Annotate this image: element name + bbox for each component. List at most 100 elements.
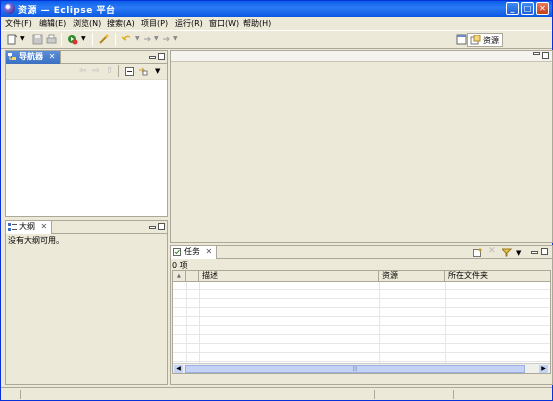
editor-tab-strip <box>171 51 552 62</box>
navigator-header: 导航器 ✕ <box>6 51 167 64</box>
open-perspective-task-icon[interactable] <box>98 34 109 45</box>
column-header-priority[interactable] <box>186 271 199 282</box>
maximize-view-icon[interactable] <box>158 53 165 60</box>
outline-icon <box>8 223 17 231</box>
outline-view: 大纲 ✕ 没有大纲可用。 <box>5 220 168 385</box>
editor-area <box>170 50 553 243</box>
menu-window[interactable]: 窗口(W) <box>209 18 239 29</box>
minimize-button[interactable]: _ <box>506 2 519 15</box>
menu-help[interactable]: 帮助(H) <box>243 18 271 29</box>
add-task-icon[interactable] <box>473 248 483 257</box>
status-bar <box>1 387 552 400</box>
view-menu-icon[interactable]: ▼ <box>516 249 521 257</box>
tab-navigator[interactable]: 导航器 ✕ <box>6 51 61 64</box>
horizontal-scrollbar[interactable]: ◀ ||| ▶ <box>173 363 550 373</box>
outline-header: 大纲 ✕ <box>6 221 167 234</box>
save-icon[interactable] <box>32 34 43 45</box>
print-icon[interactable] <box>46 34 57 45</box>
next-dropdown-icon[interactable]: ▼ <box>173 35 178 42</box>
menu-bar: 文件(F) 编辑(E) 浏览(N) 搜索(A) 项目(P) 运行(R) 窗口(W… <box>1 17 552 30</box>
forward-dropdown-icon[interactable]: ▼ <box>154 35 159 42</box>
navigator-icon <box>8 53 16 60</box>
minimize-view-icon[interactable] <box>149 56 156 59</box>
open-perspective-icon[interactable] <box>456 34 467 45</box>
tasks-table[interactable]: 描述 资源 所在文件夹 ▲ ◀ ||| ▶ <box>172 270 551 374</box>
table-row <box>173 354 550 362</box>
menu-search[interactable]: 搜索(A) <box>107 18 135 29</box>
menu-edit[interactable]: 编辑(E) <box>39 18 66 29</box>
back-icon[interactable] <box>121 34 132 45</box>
collapse-all-icon[interactable] <box>125 67 134 76</box>
navigator-view: 导航器 ✕ ⇦ ⇨ ⇧ ▼ <box>5 50 168 217</box>
toolbar-separator <box>115 33 116 46</box>
maximize-view-icon[interactable] <box>541 248 548 255</box>
table-row <box>173 318 550 326</box>
menu-run[interactable]: 运行(R) <box>175 18 203 29</box>
view-menu-icon[interactable]: ▼ <box>155 67 160 75</box>
tasks-view: 任务 ✕ ✕ ▼ 0 项 描述 资源 所在文件夹 ▲ ◀ ||| ▶ <box>170 245 553 385</box>
delete-icon[interactable]: ✕ <box>488 246 496 256</box>
nav-back-icon[interactable]: ⇦ <box>79 66 87 76</box>
table-row <box>173 282 550 290</box>
table-row <box>173 309 550 317</box>
maximize-button[interactable]: □ <box>521 2 534 15</box>
nav-up-icon[interactable]: ⇧ <box>106 66 114 76</box>
filter-icon[interactable] <box>502 248 512 257</box>
navigator-tree[interactable] <box>6 80 167 216</box>
outline-close-icon[interactable]: ✕ <box>41 222 48 231</box>
perspective-resource-button[interactable]: 资源 <box>467 33 503 47</box>
run-icon[interactable] <box>67 34 78 45</box>
tab-tasks[interactable]: 任务 ✕ <box>171 246 218 259</box>
resource-perspective-icon <box>470 35 481 45</box>
eclipse-window: 资源 — Eclipse 平台 _ □ ✕ 文件(F) 编辑(E) 浏览(N) … <box>0 0 553 401</box>
outline-tab-label: 大纲 <box>19 222 35 231</box>
table-row <box>173 327 550 335</box>
maximize-editor-icon[interactable] <box>542 52 549 59</box>
new-dropdown-icon[interactable]: ▼ <box>20 35 25 42</box>
new-icon[interactable] <box>7 34 18 45</box>
nav-forward-icon[interactable]: ⇨ <box>92 66 100 76</box>
navigator-tab-label: 导航器 <box>19 52 43 61</box>
eclipse-logo-icon <box>4 3 15 14</box>
tasks-close-icon[interactable]: ✕ <box>206 247 213 256</box>
table-row <box>173 291 550 299</box>
perspective-label: 资源 <box>483 36 499 45</box>
status-separator <box>374 390 375 399</box>
tasks-icon <box>173 248 181 256</box>
navigator-close-icon[interactable]: ✕ <box>49 52 56 61</box>
column-header-description[interactable]: 描述 <box>199 271 379 282</box>
outline-message: 没有大纲可用。 <box>8 236 64 245</box>
table-row <box>173 300 550 308</box>
tasks-table-header: 描述 资源 所在文件夹 <box>173 271 550 282</box>
navigator-toolbar: ⇦ ⇨ ⇧ ▼ <box>6 64 167 80</box>
tasks-header: 任务 ✕ ✕ ▼ <box>171 246 552 259</box>
window-title: 资源 — Eclipse 平台 <box>18 6 116 16</box>
link-with-editor-icon[interactable] <box>138 67 148 76</box>
minimize-view-icon[interactable] <box>149 226 156 229</box>
scrollbar-thumb[interactable]: ||| <box>185 365 525 373</box>
menu-project[interactable]: 项目(P) <box>141 18 168 29</box>
column-header-folder[interactable]: 所在文件夹 <box>445 271 550 282</box>
status-separator <box>453 390 454 399</box>
scroll-right-icon[interactable]: ▶ <box>539 365 548 373</box>
menu-navigate[interactable]: 浏览(N) <box>73 18 101 29</box>
table-row <box>173 336 550 344</box>
toolbar-separator <box>61 33 62 46</box>
title-bar[interactable]: 资源 — Eclipse 平台 _ □ ✕ <box>1 1 552 17</box>
toolbar-separator <box>118 65 119 77</box>
close-button[interactable]: ✕ <box>536 2 549 15</box>
minimize-editor-icon[interactable] <box>533 52 540 55</box>
menu-file[interactable]: 文件(F) <box>5 18 32 29</box>
column-header-resource[interactable]: 资源 <box>379 271 445 282</box>
scroll-left-icon[interactable]: ◀ <box>174 365 183 373</box>
table-row <box>173 345 550 353</box>
tab-outline[interactable]: 大纲 ✕ <box>6 221 53 234</box>
tasks-tab-label: 任务 <box>184 247 200 256</box>
maximize-view-icon[interactable] <box>158 223 165 230</box>
back-dropdown-icon[interactable]: ▼ <box>135 35 140 42</box>
run-dropdown-icon[interactable]: ▼ <box>81 35 86 42</box>
next-icon[interactable] <box>161 34 172 45</box>
forward-icon[interactable] <box>142 34 153 45</box>
minimize-view-icon[interactable] <box>531 251 538 254</box>
toolbar-separator <box>92 33 93 46</box>
